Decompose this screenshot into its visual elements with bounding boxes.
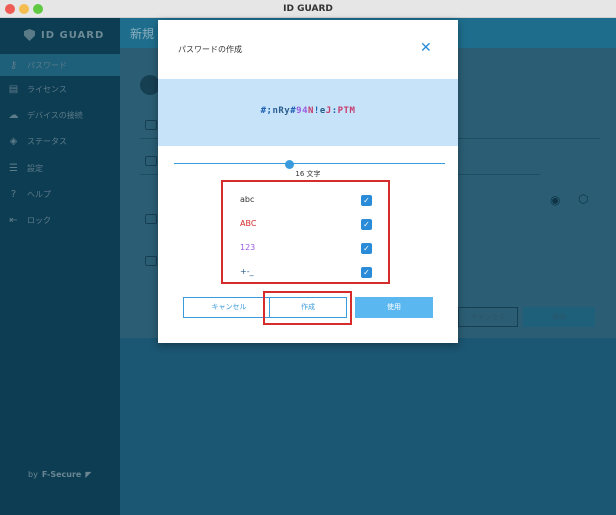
shield-icon: ◈ [9,135,18,147]
logo-text: ID GUARD [41,29,105,41]
sidebar-item-settings[interactable]: ☰ 設定 [0,157,120,179]
entry-avatar [140,75,160,95]
password-char: 94 [296,106,308,116]
password-field-icon [145,156,157,166]
page-title: 新規 [130,27,155,41]
generate-icon[interactable]: ⬡ [578,192,588,206]
cancel-button[interactable]: キャンセル [183,297,275,318]
option-symbols[interactable]: +-_ ✓ [240,266,380,280]
sidebar-item-label: ステータス [27,136,67,146]
globe-icon [145,214,157,224]
length-slider-handle[interactable] [285,160,294,169]
length-label: 16 文字 [295,170,321,178]
cloud-upload-icon: ☁ [8,109,19,121]
option-lowercase[interactable]: abc ✓ [240,194,380,208]
uppercase-checkbox[interactable]: ✓ [361,219,372,230]
sidebar-item-lock[interactable]: ⇤ ロック [0,209,120,231]
sidebar-item-password[interactable]: ⚷ パスワード [0,54,120,76]
password-char: PTM [337,106,356,116]
notes-icon [145,256,157,266]
option-label: ABC [240,219,257,228]
option-numbers[interactable]: 123 ✓ [240,242,380,256]
main-save-button[interactable]: 保存 [523,307,595,327]
sidebar-item-help[interactable]: ? ヘルプ [0,183,120,205]
sidebar-item-license[interactable]: ▤ ライセンス [0,78,120,100]
sidebar: ID GUARD ⚷ パスワード ▤ ライセンス ☁ デバイスの接続 ◈ ステー… [0,18,120,515]
use-button[interactable]: 使用 [355,297,433,318]
close-icon[interactable]: ✕ [420,41,434,55]
sidebar-item-label: 設定 [27,163,43,173]
app-logo: ID GUARD [24,28,104,42]
user-icon [145,120,157,130]
sidebar-item-label: ヘルプ [27,189,51,199]
sidebar-item-label: ロック [27,215,51,225]
key-icon: ⚷ [9,59,18,71]
sidebar-item-device-connect[interactable]: ☁ デバイスの接続 [0,104,120,126]
create-password-dialog: パスワードの作成 ✕ #;nRy#94N!eJ:PTM 16 文字 abc ✓ … [158,20,458,343]
eye-icon[interactable]: ◉ [550,193,560,207]
sidebar-item-label: ライセンス [27,84,67,94]
symbols-checkbox[interactable]: ✓ [361,267,372,278]
shield-logo-icon [24,29,35,41]
lowercase-checkbox[interactable]: ✓ [361,195,372,206]
length-slider-track[interactable] [174,163,445,164]
window-title: ID GUARD [283,4,333,14]
password-char: nRy [272,106,291,116]
brand-name: F-Secure [41,470,82,479]
option-uppercase[interactable]: ABC ✓ [240,218,380,232]
option-label: abc [240,195,255,204]
f-secure-brand: by F-Secure ◤ [28,470,92,479]
lock-exit-icon: ⇤ [9,214,18,226]
option-label: +-_ [240,267,254,276]
numbers-checkbox[interactable]: ✓ [361,243,372,254]
license-icon: ▤ [8,83,19,95]
sidebar-item-status[interactable]: ◈ ステータス [0,130,120,152]
generated-password: #;nRy#94N!eJ:PTM [158,106,458,116]
option-label: 123 [240,243,256,252]
main-cancel-button[interactable]: キャンセル [458,307,518,327]
create-button[interactable]: 作成 [269,297,347,318]
sidebar-item-label: デバイスの接続 [27,110,83,120]
f-secure-logo-icon: ◤ [85,470,92,479]
sliders-icon: ☰ [9,162,18,174]
sidebar-item-label: パスワード [27,60,67,70]
help-icon: ? [10,188,17,200]
generated-password-display: #;nRy#94N!eJ:PTM [158,79,458,146]
dialog-title: パスワードの作成 [178,45,242,54]
brand-by: by [28,470,38,479]
title-bar: ID GUARD [0,0,616,18]
